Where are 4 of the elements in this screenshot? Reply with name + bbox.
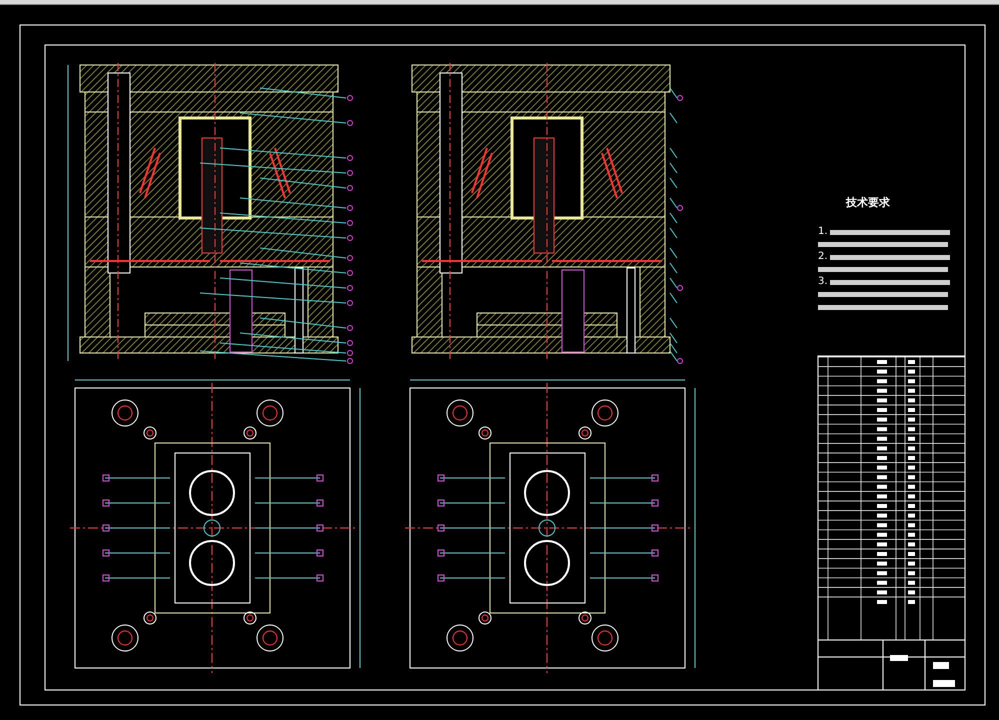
item-number: 2. xyxy=(818,252,828,262)
requirements-title: 技术要求 xyxy=(846,195,890,211)
item-number: 1. xyxy=(818,227,828,238)
item-number: 3. xyxy=(818,277,828,288)
